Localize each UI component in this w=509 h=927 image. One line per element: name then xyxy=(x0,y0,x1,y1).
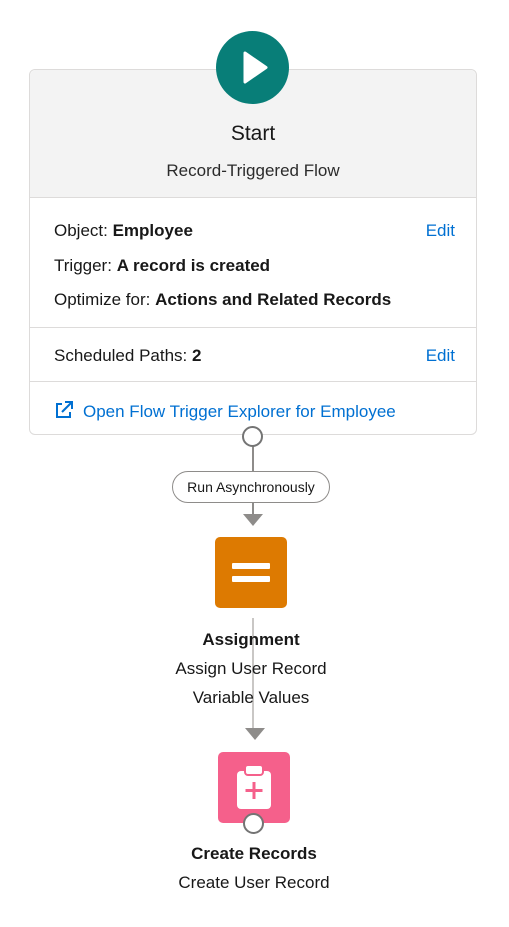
arrow-down-icon xyxy=(245,728,265,740)
trigger-row: Trigger: A record is created xyxy=(54,256,270,276)
explorer-link-label: Open Flow Trigger Explorer for Employee xyxy=(83,402,396,421)
start-play-button[interactable] xyxy=(216,31,289,104)
optimize-value: Actions and Related Records xyxy=(155,290,392,309)
add-element-node[interactable] xyxy=(242,426,263,447)
optimize-row: Optimize for: Actions and Related Record… xyxy=(54,290,391,310)
assignment-element[interactable] xyxy=(215,537,287,608)
object-value: Employee xyxy=(112,221,193,240)
start-title: Start xyxy=(230,122,276,145)
assignment-description-line2: Variable Values xyxy=(192,688,310,707)
open-flow-trigger-explorer-link[interactable]: Open Flow Trigger Explorer for Employee xyxy=(54,400,396,422)
start-element-card[interactable]: Start Record-Triggered Flow Object: Empl… xyxy=(29,69,477,435)
edit-details-link[interactable]: Edit xyxy=(426,221,455,241)
scheduled-paths-row: Scheduled Paths: 2 xyxy=(54,346,201,366)
start-subtitle: Record-Triggered Flow xyxy=(166,161,340,180)
optimize-label: Optimize for: xyxy=(54,290,151,309)
card-divider xyxy=(30,327,476,328)
object-row: Object: Employee xyxy=(54,221,193,241)
external-link-icon xyxy=(56,401,73,418)
scheduled-paths-value: 2 xyxy=(192,346,202,365)
edit-scheduled-paths-link[interactable]: Edit xyxy=(426,346,455,366)
trigger-value: A record is created xyxy=(116,256,271,275)
connector-line xyxy=(252,447,254,471)
equals-icon xyxy=(232,563,270,582)
assignment-description-line1: Assign User Record xyxy=(175,659,327,678)
arrow-down-icon xyxy=(243,514,263,526)
add-element-node[interactable] xyxy=(243,813,264,834)
trigger-label: Trigger: xyxy=(54,256,112,275)
card-divider xyxy=(30,381,476,382)
assignment-title: Assignment xyxy=(202,630,300,649)
create-records-title: Create Records xyxy=(191,844,317,863)
scheduled-paths-label: Scheduled Paths: xyxy=(54,346,188,365)
object-label: Object: xyxy=(54,221,108,240)
play-icon xyxy=(243,51,268,84)
create-records-description: Create User Record xyxy=(178,873,330,892)
run-asynchronously-path-label[interactable]: Run Asynchronously xyxy=(172,471,330,503)
